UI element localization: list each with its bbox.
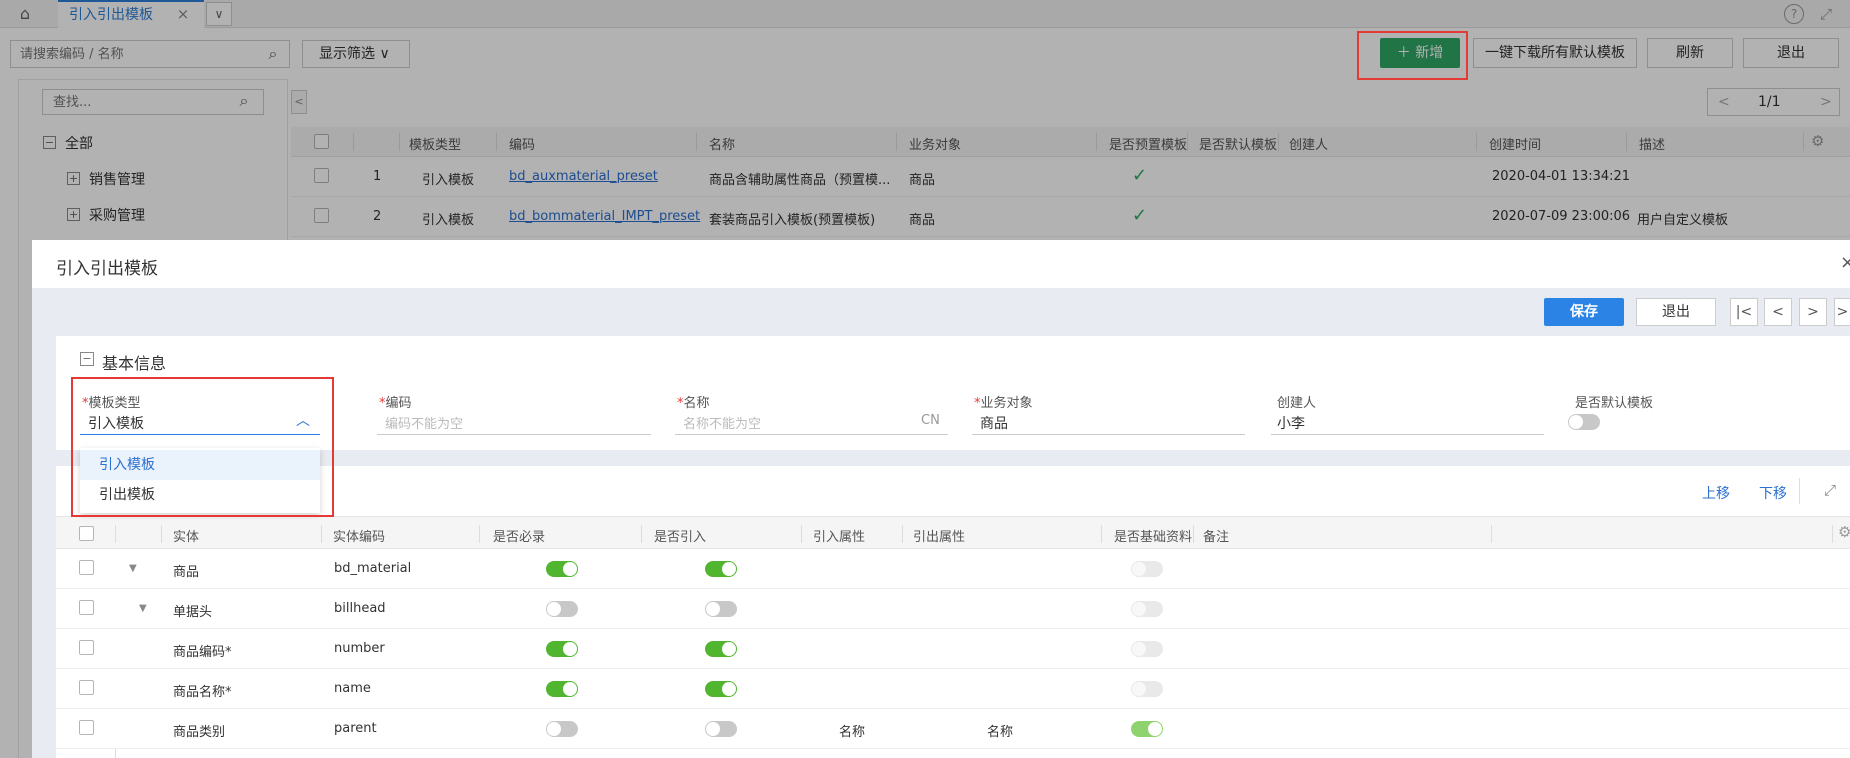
row-entity: 商品类别 [173, 725, 226, 740]
row-entity: 商品 [173, 565, 200, 580]
table-row[interactable]: 商品名称* name [56, 669, 1850, 709]
table-row[interactable]: 商品类别 parent 名称 名称 [56, 709, 1850, 749]
row-entity-code: billhead [334, 601, 386, 616]
row-entity-code: name [334, 681, 371, 696]
object-label: *业务对象 [974, 396, 1033, 411]
basic-toggle[interactable] [1131, 561, 1163, 577]
caret-down-icon[interactable]: ▼ [129, 563, 137, 574]
move-down-button[interactable]: 下移 [1759, 483, 1787, 503]
entity-table-header: 实体 实体编码 是否必录 是否引入 引入属性 引出属性 是否基础资料 备注 ⚙ [56, 516, 1850, 549]
save-button[interactable]: 保存 [1544, 298, 1624, 326]
close-icon[interactable]: × [1840, 252, 1850, 273]
highlight-box [1357, 31, 1468, 80]
required-toggle[interactable] [546, 721, 578, 737]
row-entity-code: bd_material [334, 561, 412, 576]
next-record-icon[interactable]: > [1799, 298, 1827, 326]
table-row[interactable]: ▼ 商品 bd_material [56, 549, 1850, 589]
col-required[interactable]: 是否必录 [493, 526, 545, 545]
is-default-label: 是否默认模板 [1575, 396, 1654, 411]
expand-icon[interactable]: ⤢ [1824, 481, 1836, 499]
creator-value: 小李 [1277, 416, 1305, 432]
row-entity-code: number [334, 641, 385, 656]
required-toggle[interactable] [546, 601, 578, 617]
table-row[interactable]: 商品编码* number [56, 629, 1850, 669]
basic-toggle[interactable] [1131, 601, 1163, 617]
prev-record-icon[interactable]: < [1764, 298, 1792, 326]
col-basic[interactable]: 是否基础资料 [1114, 526, 1194, 545]
first-record-icon[interactable]: |< [1730, 298, 1758, 326]
col-remark[interactable]: 备注 [1203, 526, 1229, 545]
imported-toggle[interactable] [705, 561, 737, 577]
object-input[interactable]: 商品 [980, 413, 1008, 433]
last-record-icon[interactable]: > [1834, 298, 1850, 326]
imported-toggle[interactable] [705, 601, 737, 617]
row-import-attr[interactable]: 名称 [839, 721, 865, 740]
is-default-toggle[interactable] [1568, 414, 1600, 430]
move-up-button[interactable]: 上移 [1702, 483, 1730, 503]
row-checkbox[interactable] [79, 640, 94, 655]
required-toggle[interactable] [546, 561, 578, 577]
row-entity: 商品名称* [173, 685, 232, 700]
row-entity: 商品编码* [173, 645, 232, 660]
lang-suffix[interactable]: CN [921, 413, 940, 428]
code-label: *编码 [379, 396, 412, 411]
code-input[interactable]: 编码不能为空 [385, 413, 463, 432]
row-export-attr[interactable]: 名称 [987, 721, 1013, 740]
col-entity-code[interactable]: 实体编码 [333, 526, 385, 545]
modal-title: 引入引出模板 [56, 259, 158, 279]
imported-toggle[interactable] [705, 721, 737, 737]
basic-toggle[interactable] [1131, 721, 1163, 737]
basic-toggle[interactable] [1131, 641, 1163, 657]
creator-label: 创建人 [1277, 396, 1317, 411]
imported-toggle[interactable] [705, 641, 737, 657]
required-toggle[interactable] [546, 641, 578, 657]
modal-exit-button[interactable]: 退出 [1636, 298, 1716, 326]
col-entity[interactable]: 实体 [173, 526, 199, 545]
section-title: 基本信息 [102, 354, 167, 373]
col-export-attr[interactable]: 引出属性 [913, 526, 965, 545]
highlight-box [71, 377, 334, 517]
row-entity: 单据头 [173, 605, 213, 620]
row-checkbox[interactable] [79, 720, 94, 735]
table-row[interactable]: ▼ 单据头 billhead [56, 589, 1850, 629]
collapse-icon[interactable]: − [80, 352, 94, 366]
col-import-attr[interactable]: 引入属性 [813, 526, 865, 545]
select-all-checkbox[interactable] [79, 526, 94, 541]
row-checkbox[interactable] [79, 680, 94, 695]
row-checkbox[interactable] [79, 600, 94, 615]
name-label: *名称 [677, 396, 710, 411]
col-imported[interactable]: 是否引入 [654, 526, 706, 545]
row-entity-code: parent [334, 721, 377, 736]
caret-down-icon[interactable]: ▼ [139, 603, 147, 614]
row-checkbox[interactable] [79, 560, 94, 575]
required-toggle[interactable] [546, 681, 578, 697]
basic-toggle[interactable] [1131, 681, 1163, 697]
name-input[interactable]: 名称不能为空 [683, 413, 761, 432]
settings-gear-icon[interactable]: ⚙ [1838, 523, 1850, 541]
modal-header [32, 240, 1850, 288]
imported-toggle[interactable] [705, 681, 737, 697]
